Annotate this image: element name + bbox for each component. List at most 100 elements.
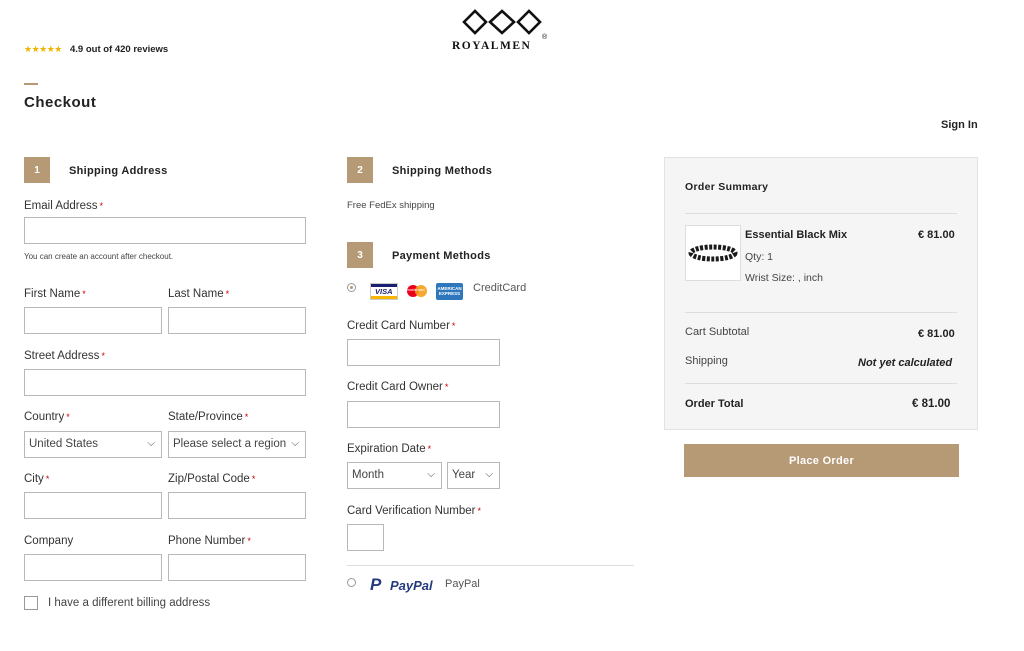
- product-qty: Qty: 1: [745, 251, 774, 263]
- brand-registered-mark: ®: [542, 34, 548, 41]
- required-mark: *: [99, 201, 104, 211]
- paypal-radio[interactable]: [347, 578, 356, 587]
- zip-label-text: Zip/Postal Code: [168, 473, 250, 485]
- company-label: Company: [24, 535, 74, 547]
- billing-address-checkbox-label[interactable]: I have a different billing address: [48, 597, 210, 609]
- summary-divider: [685, 383, 957, 384]
- rating-text: 4.9 out of 420 reviews: [70, 44, 169, 55]
- email-hint: You can create an account after checkout…: [24, 252, 174, 261]
- expiration-year-select[interactable]: Year ⌵: [447, 462, 500, 489]
- paypal-p-icon: P: [370, 575, 382, 594]
- shipping-method-text: Free FedEx shipping: [347, 200, 435, 211]
- credit-card-label[interactable]: CreditCard: [473, 282, 526, 294]
- shipping-address-title: Shipping Address: [69, 165, 168, 177]
- mastercard-text: mastercard: [407, 288, 425, 292]
- radio-dot: [350, 286, 353, 289]
- country-select[interactable]: United States ⌵: [24, 431, 162, 458]
- payment-methods-title: Payment Methods: [392, 250, 491, 262]
- phone-field[interactable]: [168, 554, 306, 581]
- brand-logo-icon: [462, 9, 542, 35]
- last-name-label-text: Last Name: [168, 288, 224, 300]
- expiration-month-select[interactable]: Month ⌵: [347, 462, 442, 489]
- card-number-field[interactable]: [347, 339, 500, 366]
- cvv-label-text: Card Verification Number: [347, 505, 476, 517]
- expiration-label-text: Expiration Date: [347, 443, 426, 455]
- required-mark: *: [427, 444, 432, 454]
- email-label-text: Email Address: [24, 200, 98, 212]
- card-owner-label-text: Credit Card Owner: [347, 381, 443, 393]
- first-name-label-text: First Name: [24, 288, 81, 300]
- brand-logo[interactable]: ROYALMEN ®: [452, 8, 554, 56]
- state-placeholder: Please select a region: [173, 438, 287, 450]
- street-label: Street Address *: [24, 350, 105, 362]
- card-number-label: Credit Card Number *: [347, 320, 455, 332]
- required-mark: *: [45, 474, 50, 484]
- first-name-field[interactable]: [24, 307, 162, 334]
- order-summary-panel: [664, 157, 978, 430]
- phone-label: Phone Number *: [168, 535, 251, 547]
- zip-label: Zip/Postal Code *: [168, 473, 255, 485]
- chevron-down-icon: ⌵: [485, 469, 493, 480]
- place-order-label: Place Order: [788, 454, 855, 467]
- order-summary-title: Order Summary: [685, 181, 769, 193]
- expiration-label: Expiration Date *: [347, 443, 431, 455]
- required-mark: *: [477, 506, 481, 516]
- mastercard-icon: mastercard: [404, 283, 430, 300]
- card-owner-field[interactable]: [347, 401, 500, 428]
- place-order-button[interactable]: Place Order: [684, 444, 959, 477]
- cvv-field[interactable]: [347, 524, 384, 551]
- state-label: State/Province *: [168, 411, 248, 423]
- order-total-value: € 81.00: [912, 398, 951, 410]
- zip-field[interactable]: [168, 492, 306, 519]
- required-mark: *: [82, 289, 86, 299]
- visa-text: VISA: [375, 287, 393, 296]
- visa-icon: VISA: [370, 283, 398, 300]
- first-name-label: First Name *: [24, 288, 86, 300]
- billing-address-checkbox[interactable]: [24, 596, 38, 610]
- order-total-label: Order Total: [685, 398, 744, 410]
- required-mark: *: [244, 412, 249, 422]
- last-name-label: Last Name *: [168, 288, 229, 300]
- chevron-down-icon: ⌵: [289, 438, 299, 449]
- title-accent: [24, 83, 38, 85]
- year-value: Year: [452, 469, 476, 481]
- shipping-value: Not yet calculated: [858, 357, 953, 369]
- required-mark: *: [444, 382, 449, 392]
- city-field[interactable]: [24, 492, 162, 519]
- payment-divider: [347, 565, 634, 566]
- month-value: Month: [352, 469, 384, 481]
- step-1-number: 1: [24, 157, 50, 183]
- sign-in-link[interactable]: Sign In: [941, 119, 978, 131]
- required-mark: *: [225, 289, 230, 299]
- chevron-down-icon: ⌵: [427, 469, 435, 480]
- required-mark: *: [247, 536, 251, 546]
- product-thumbnail: [685, 225, 741, 281]
- rating-stars: ★★★★★: [24, 44, 62, 54]
- step-3-number: 3: [347, 242, 373, 268]
- bracelet-icon: [688, 244, 738, 262]
- credit-card-radio[interactable]: [347, 283, 356, 292]
- chevron-down-icon: ⌵: [147, 438, 155, 449]
- product-option: Wrist Size: , inch: [745, 272, 823, 284]
- paypal-label[interactable]: PayPal: [445, 578, 480, 590]
- shipping-methods-title: Shipping Methods: [392, 165, 493, 177]
- street-label-text: Street Address: [24, 350, 100, 362]
- country-label-text: Country: [24, 411, 65, 423]
- email-label: Email Address *: [24, 200, 103, 212]
- summary-divider: [685, 312, 957, 313]
- brand-name: ROYALMEN: [452, 40, 532, 52]
- street-field[interactable]: [24, 369, 306, 396]
- city-label-text: City: [24, 473, 44, 485]
- shipping-label: Shipping: [685, 355, 728, 367]
- company-field[interactable]: [24, 554, 162, 581]
- last-name-field[interactable]: [168, 307, 306, 334]
- product-name[interactable]: Essential Black Mix: [745, 229, 847, 241]
- state-select[interactable]: Please select a region ⌵: [168, 431, 306, 458]
- email-field[interactable]: [24, 217, 306, 244]
- page-title: Checkout: [24, 94, 97, 111]
- required-mark: *: [66, 412, 70, 422]
- required-mark: *: [101, 351, 105, 361]
- amex-icon: AMERICAN EXPRESS: [436, 283, 463, 300]
- card-number-label-text: Credit Card Number: [347, 320, 450, 332]
- product-price: € 81.00: [918, 229, 955, 241]
